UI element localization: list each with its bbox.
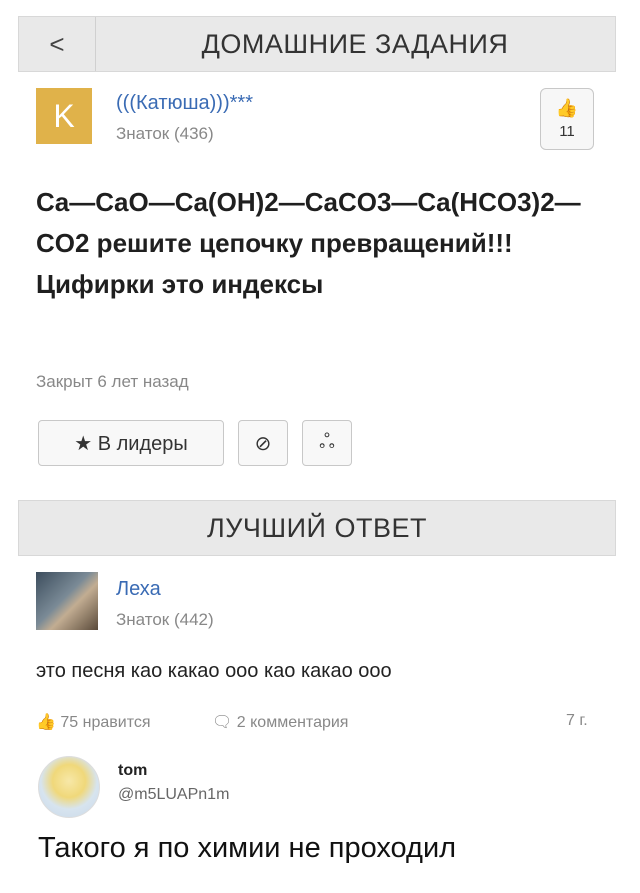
answer-comments-label: 2 комментария [236,714,349,731]
author-name-link[interactable]: (((Катюша)))*** [116,92,253,115]
avatar-initial: K [53,97,75,134]
author-rank: Знаток (436) [116,124,214,143]
leaders-label: ★ В лидеры [74,432,188,455]
question-like-button[interactable]: 👍 11 [540,88,594,150]
answer-author-avatar[interactable] [36,572,98,630]
tweet-author-handle[interactable]: @m5LUAPn1m [118,786,229,804]
chevron-left-icon: < [49,28,65,59]
block-icon: ⊘ [254,432,272,455]
question-text: Ca—CaO—Ca(OH)2—CaCO3—Ca(HCO3)2—CO2 решит… [36,187,581,299]
answer-text: это песня као какао ооо као какао ооо [36,660,392,682]
answer-author-name-link[interactable]: Леха [116,578,161,601]
tweet-text: Такого я по химии не проходил [38,832,457,864]
answer-likes-label: 75 нравится [60,714,151,731]
back-button[interactable]: < [19,17,96,71]
thumbs-up-icon: 👍 [36,714,61,731]
page-title: ДОМАШНИЕ ЗАДАНИЯ [201,28,509,59]
thumbs-up-icon: 👍 [555,98,579,118]
answer-time: 7 г. [566,712,588,729]
best-answer-bar: ЛУЧШИЙ ОТВЕТ [18,500,616,556]
question-like-count: 11 [559,123,575,140]
tweet-author-name[interactable]: tom [118,762,147,780]
share-button[interactable]: ஃ [302,420,352,466]
answer-comments-link[interactable]: 🗨 2 комментария [212,712,348,732]
header-bar: < ДОМАШНИЕ ЗАДАНИЯ [18,16,616,72]
answer-like-button[interactable]: 👍 75 нравится [36,712,151,732]
add-to-leaders-button[interactable]: ★ В лидеры [38,420,224,466]
tweet-author-avatar[interactable] [38,756,100,818]
question-status: Закрыт 6 лет назад [36,372,189,391]
answer-author-rank: Знаток (442) [116,610,214,629]
share-icon: ஃ [319,430,335,453]
best-answer-title: ЛУЧШИЙ ОТВЕТ [207,512,427,543]
author-avatar[interactable]: K [36,88,92,144]
report-button[interactable]: ⊘ [238,420,288,466]
comment-icon: 🗨 [212,714,237,731]
